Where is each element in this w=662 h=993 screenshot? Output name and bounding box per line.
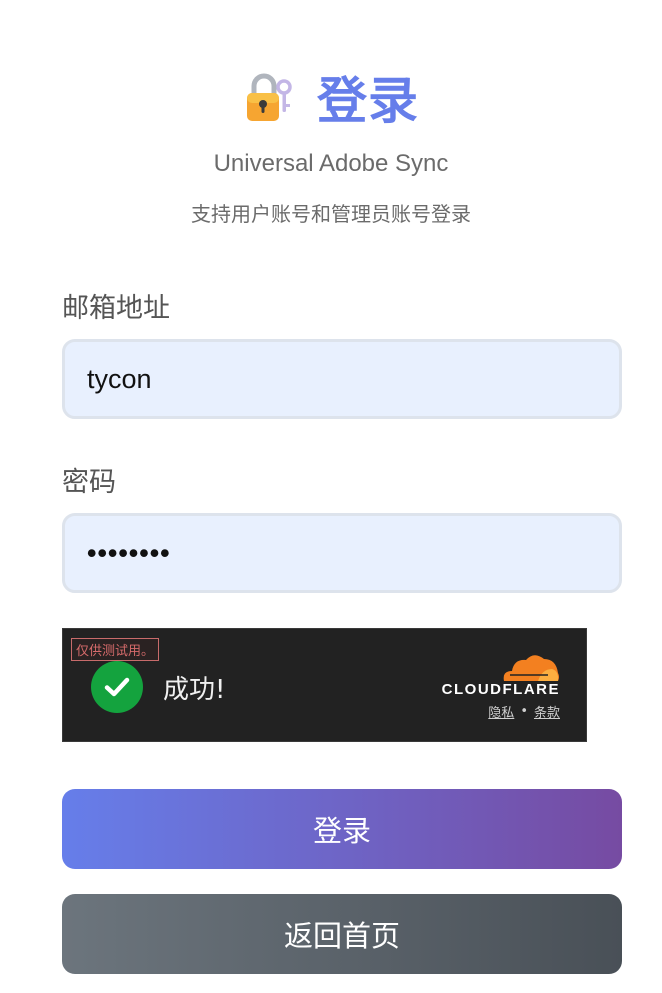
login-button[interactable]: 登录: [62, 789, 622, 869]
login-page: 登录 Universal Adobe Sync 支持用户账号和管理员账号登录 邮…: [0, 0, 662, 993]
captcha-status: 成功!: [163, 675, 226, 705]
email-field[interactable]: [62, 339, 622, 419]
lock-key-icon: [243, 71, 295, 123]
cloudflare-cloud-icon: [498, 651, 560, 685]
privacy-link[interactable]: 隐私: [488, 702, 514, 721]
link-separator: •: [520, 704, 528, 719]
success-check-icon: [91, 661, 143, 713]
page-title: 登录: [317, 72, 419, 130]
password-label: 密码: [62, 467, 116, 498]
terms-link[interactable]: 条款: [534, 702, 560, 721]
captcha-widget[interactable]: 仅供测试用。 成功! CLOUDFLARE 隐私 • 条款: [62, 628, 587, 742]
password-field[interactable]: ••••••••: [62, 513, 622, 593]
title-row: 登录: [0, 62, 662, 132]
email-label: 邮箱地址: [62, 293, 170, 324]
test-only-badge: 仅供测试用。: [71, 638, 160, 661]
back-home-button[interactable]: 返回首页: [62, 894, 622, 974]
login-hint: 支持用户账号和管理员账号登录: [191, 202, 471, 226]
app-name: Universal Adobe Sync: [213, 150, 449, 177]
captcha-links: 隐私 • 条款: [488, 702, 560, 721]
cloudflare-logo: CLOUDFLARE: [441, 681, 560, 698]
